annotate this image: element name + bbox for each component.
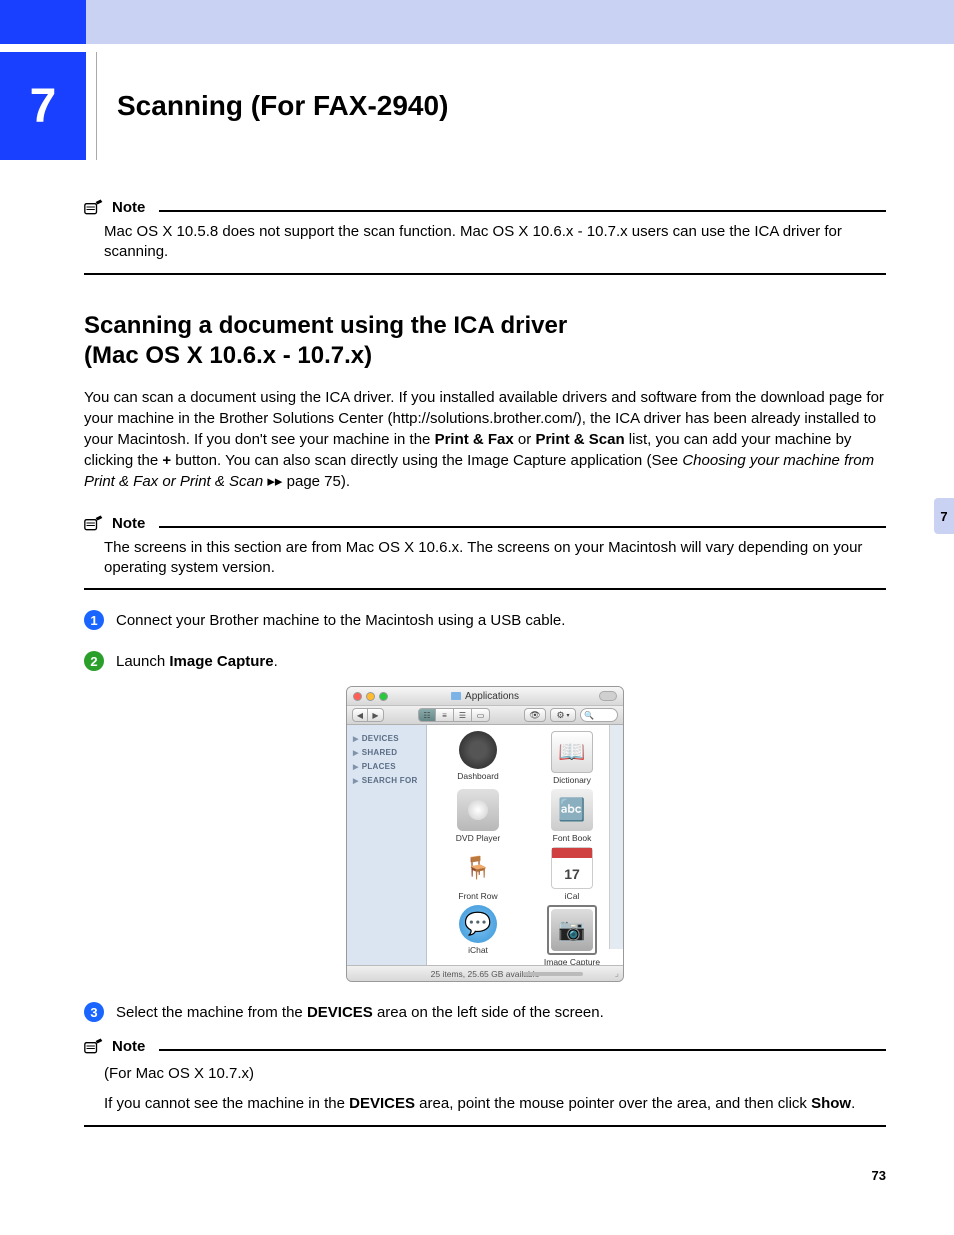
note-pencil-icon [84,1037,104,1055]
note-2-text: The screens in this section are from Mac… [104,538,886,579]
app-ical[interactable]: 17iCal [525,847,619,901]
finder-window: Applications ◀ ▶ ☷ ≡ ☰ ▭ 👁 ⚙▾ 🔍 [346,686,624,982]
search-icon: 🔍 [584,711,594,720]
note-3-line1: (For Mac OS X 10.7.x) [104,1063,886,1085]
page-number: 73 [872,1168,886,1183]
chapter-number-badge: 7 [0,52,86,160]
dictionary-icon: 📖 [551,731,593,773]
chapter-title: Scanning (For FAX-2940) [117,90,448,122]
step-2: 2 Launch Image Capture. [84,651,886,672]
screenshot-applications-window: Applications ◀ ▶ ☷ ≡ ☰ ▭ 👁 ⚙▾ 🔍 [84,686,886,982]
note-block-3: Note (For Mac OS X 10.7.x) If you cannot… [84,1037,886,1127]
top-header-bar [0,0,954,44]
app-front-row[interactable]: 🪑Front Row [431,847,525,901]
ical-icon: 17 [551,847,593,889]
sidebar-shared[interactable]: ▶SHARED [353,748,420,757]
app-ichat[interactable]: 💬iChat [431,905,525,965]
step-3: 3 Select the machine from the DEVICES ar… [84,1002,886,1023]
toolbar-toggle-pill[interactable] [599,691,617,701]
step-2-text: Launch Image Capture. [116,651,278,672]
font-book-icon: 🔤 [551,789,593,831]
minimize-traffic-light[interactable] [366,692,375,701]
scrollbar[interactable] [609,725,623,949]
finder-titlebar: Applications [347,687,623,705]
step-3-badge: 3 [84,1002,104,1022]
app-dictionary[interactable]: 📖Dictionary [525,731,619,785]
intro-paragraph: You can scan a document using the ICA dr… [84,387,886,492]
column-view-button[interactable]: ☰ [454,708,472,722]
finder-toolbar: ◀ ▶ ☷ ≡ ☰ ▭ 👁 ⚙▾ 🔍 [347,705,623,725]
sidebar-search-for[interactable]: ▶SEARCH FOR [353,776,420,785]
step-1-text: Connect your Brother machine to the Maci… [116,610,565,631]
step-1-badge: 1 [84,610,104,630]
note-rule [159,210,886,212]
close-traffic-light[interactable] [353,692,362,701]
note-1-text: Mac OS X 10.5.8 does not support the sca… [104,222,886,263]
note-block-2: Note The screens in this section are fro… [84,514,886,591]
image-capture-icon: 📷 [551,909,593,951]
icon-view-button[interactable]: ☷ [418,708,436,722]
note-label: Note [112,515,145,532]
forward-button[interactable]: ▶ [368,708,384,722]
note-pencil-icon [84,514,104,532]
step-3-text: Select the machine from the DEVICES area… [116,1002,604,1023]
zoom-traffic-light[interactable] [379,692,388,701]
folder-icon [451,692,461,700]
app-font-book[interactable]: 🔤Font Book [525,789,619,843]
note-3-line2: If you cannot see the machine in the DEV… [104,1093,886,1115]
search-field[interactable]: 🔍 [580,708,618,722]
dashboard-icon [459,731,497,769]
top-header-accent [0,0,86,44]
sidebar-devices[interactable]: ▶DEVICES [353,734,420,743]
quicklook-button[interactable]: 👁 [524,708,546,722]
ichat-icon: 💬 [459,905,497,943]
step-1: 1 Connect your Brother machine to the Ma… [84,610,886,631]
app-image-capture[interactable]: 📷Image Capture [525,905,619,965]
zoom-slider[interactable] [523,972,583,976]
window-title: Applications [451,691,519,702]
section-heading: Scanning a document using the ICA driver… [84,311,886,371]
top-header-fill [86,0,954,44]
note-block-1: Note Mac OS X 10.5.8 does not support th… [84,198,886,275]
finder-sidebar: ▶DEVICES ▶SHARED ▶PLACES ▶SEARCH FOR [347,725,427,965]
coverflow-view-button[interactable]: ▭ [472,708,490,722]
front-row-icon: 🪑 [457,847,499,889]
note-label: Note [112,1038,145,1055]
app-dvd-player[interactable]: DVD Player [431,789,525,843]
resize-handle[interactable]: ⌟ [615,968,619,979]
chapter-header: 7 Scanning (For FAX-2940) [84,52,886,160]
finder-content: Dashboard 📖Dictionary DVD Player 🔤Font B… [427,725,623,965]
sidebar-places[interactable]: ▶PLACES [353,762,420,771]
step-2-badge: 2 [84,651,104,671]
list-view-button[interactable]: ≡ [436,708,454,722]
back-button[interactable]: ◀ [352,708,368,722]
finder-status-bar: 25 items, 25.65 GB available ⌟ [347,965,623,981]
dvd-player-icon [457,789,499,831]
action-gear-button[interactable]: ⚙▾ [550,708,576,722]
app-dashboard[interactable]: Dashboard [431,731,525,785]
note-label: Note [112,199,145,216]
note-pencil-icon [84,198,104,216]
